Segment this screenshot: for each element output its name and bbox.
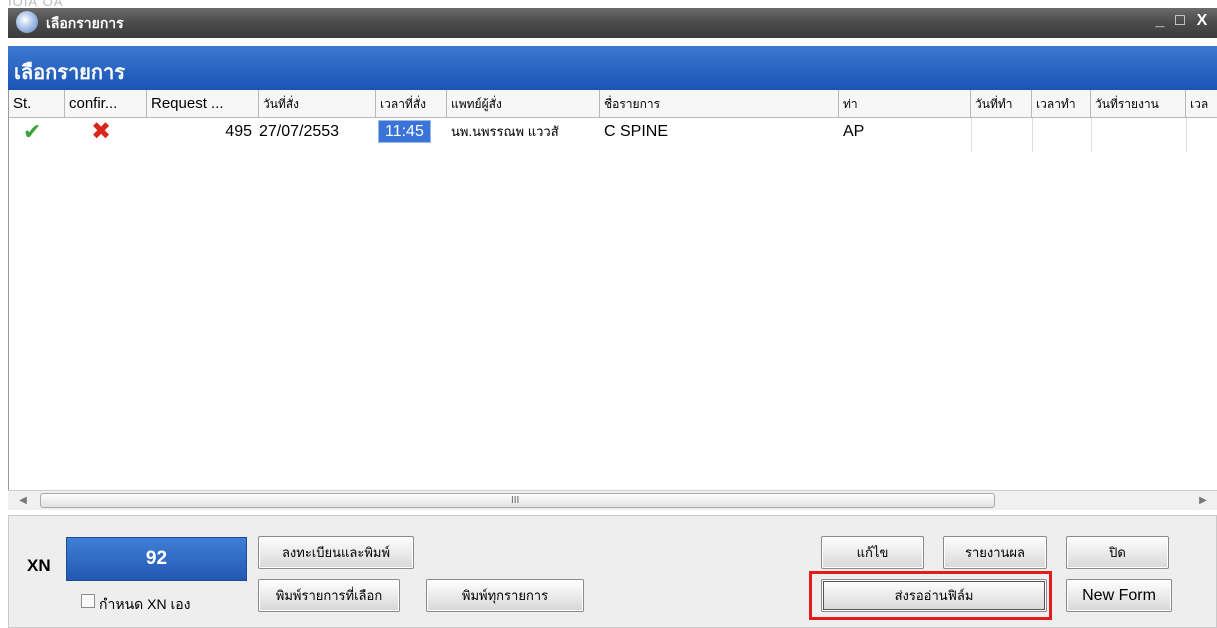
column-header-report-date[interactable]: วันที่รายงาน [1091,90,1186,118]
scroll-thumb[interactable]: III [40,493,995,508]
maximize-button[interactable]: □ [1170,12,1190,30]
order-list-grid[interactable]: St. confir... Request ... วันที่สั่ง เวล… [8,90,1217,490]
request-cell: 495 [225,123,252,140]
report-time-cell [1186,118,1217,146]
manual-xn-label: กำหนด XN เอง [99,596,191,612]
column-header-report-time[interactable]: เวล [1186,90,1217,118]
column-divider [1186,118,1187,152]
horizontal-scrollbar[interactable]: ◀ III ▶ [8,490,1217,510]
grid-header: St. confir... Request ... วันที่สั่ง เวล… [9,90,1217,118]
report-button[interactable]: รายงานผล [943,536,1047,569]
doctor-cell: นพ.นพรรณพ แววสั [451,124,559,139]
column-header-doctor[interactable]: แพทย์ผู้สั่ง [447,90,600,118]
column-header-order-time[interactable]: เวลาที่สั่ง [376,90,447,118]
report-date-cell [1091,118,1186,146]
order-time-value: 11:45 [378,120,431,143]
scroll-grip-icon: III [511,495,520,506]
title-strip [8,8,1217,38]
scroll-left-icon[interactable]: ◀ [14,492,32,510]
column-header-item-name[interactable]: ชื่อรายการ [600,90,839,118]
title-bar: ÌÒÌÀ ÔÃ เลือกรายการ _ □ X [0,0,1217,38]
column-header-confirm[interactable]: confir... [65,90,147,118]
check-icon: ✔ [23,119,42,144]
column-header-request[interactable]: Request ... [147,90,259,118]
done-time-cell [1032,118,1091,146]
edit-button[interactable]: แก้ไข [821,536,924,569]
table-row[interactable]: ✔ ✖ 495 27/07/2553 11:45 นพ.นพรรณพ แววสั… [9,118,1217,146]
app-icon [16,11,38,33]
done-date-cell [971,118,1032,146]
order-time-cell[interactable]: 11:45 [376,118,447,146]
item-name-cell: C SPINE [604,123,669,140]
column-divider [971,118,972,152]
xn-value-field[interactable]: 92 [66,537,247,581]
window-title: เลือกรายการ [46,15,124,31]
column-header-done-date[interactable]: วันที่ทำ [971,90,1032,118]
register-print-button[interactable]: ลงทะเบียนและพิมพ์ [258,536,414,569]
column-header-done-time[interactable]: เวลาทำ [1032,90,1091,118]
column-divider [1032,118,1033,152]
minimize-button[interactable]: _ [1150,12,1170,30]
form-title: เลือกรายการ [14,62,125,84]
select-item-window: ÌÒÌÀ ÔÃ เลือกรายการ _ □ X เลือกรายการ St… [0,0,1217,628]
highlight-annotation [809,571,1052,620]
print-selected-button[interactable]: พิมพ์รายการที่เลือก [258,579,400,612]
column-header-status[interactable]: St. [9,90,65,118]
form-header: เลือกรายการ [8,46,1217,90]
column-divider [1091,118,1092,152]
xn-label: XN [27,556,51,575]
new-form-button[interactable]: New Form [1066,579,1172,612]
confirm-cross-icon: ✖ [87,118,127,146]
column-header-position[interactable]: ท่า [839,90,971,118]
close-window-button[interactable]: X [1192,12,1212,30]
column-header-order-date[interactable]: วันที่สั่ง [259,90,376,118]
status-check-icon: ✔ [19,118,49,146]
manual-xn-checkbox[interactable] [81,594,95,608]
order-date-cell: 27/07/2553 [259,123,340,140]
scroll-right-icon[interactable]: ▶ [1194,492,1212,510]
close-button[interactable]: ปิด [1066,536,1169,569]
position-cell: AP [843,123,865,140]
cross-icon: ✖ [91,118,112,145]
print-all-button[interactable]: พิมพ์ทุกรายการ [426,579,584,612]
